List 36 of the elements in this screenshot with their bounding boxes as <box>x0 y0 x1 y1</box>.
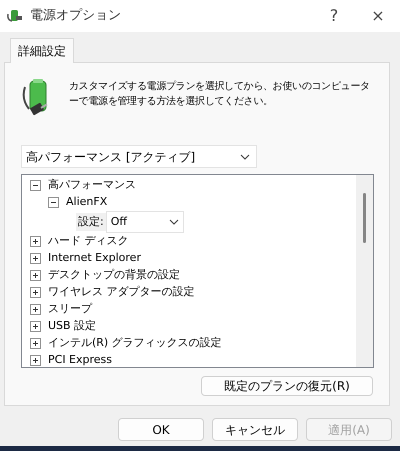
plan-dropdown[interactable]: 高パフォーマンス [アクティブ] <box>21 145 257 168</box>
tree-item[interactable]: USB 設定 <box>48 318 96 335</box>
expand-icon[interactable] <box>30 321 41 332</box>
tree-item[interactable]: Internet Explorer <box>48 250 141 267</box>
tree-item[interactable]: ワイヤレス アダプターの設定 <box>48 284 194 301</box>
collapse-icon[interactable] <box>30 180 41 191</box>
tree-item[interactable]: インテル(R) グラフィックスの設定 <box>48 335 222 352</box>
expand-icon[interactable] <box>30 355 41 366</box>
dialog-button[interactable]: キャンセル <box>212 418 298 441</box>
help-button[interactable]: ? <box>312 0 356 32</box>
chevron-down-icon <box>168 219 179 225</box>
restore-defaults-button[interactable]: 既定のプランの復元(R) <box>201 376 373 396</box>
tree-item[interactable]: デスクトップの背景の設定 <box>48 267 180 284</box>
tree-item[interactable]: 高パフォーマンス <box>48 177 136 194</box>
power-plug-icon <box>6 8 24 24</box>
tree-item[interactable]: ハード ディスク <box>48 233 128 250</box>
expand-icon[interactable] <box>30 270 41 281</box>
description-text: カスタマイズする電源プランを選択してから、お使いのコンピューターで電源を管理する方法を選択してください。 <box>69 80 371 109</box>
setting-label: 設定: <box>76 212 106 232</box>
chevron-down-icon <box>240 154 250 160</box>
tree-item[interactable]: AlienFX <box>66 194 108 211</box>
expand-icon[interactable] <box>30 253 41 264</box>
tab[interactable]: 詳細設定 <box>10 38 74 63</box>
expand-icon[interactable] <box>30 304 41 315</box>
collapse-icon[interactable] <box>48 197 59 208</box>
plan-value: 高パフォーマンス [アクティブ] <box>26 148 196 166</box>
tree-item[interactable]: スリープ <box>48 301 92 318</box>
expand-icon[interactable] <box>30 236 41 247</box>
expand-icon[interactable] <box>30 338 41 349</box>
expand-icon[interactable] <box>30 287 41 298</box>
scrollbar[interactable] <box>356 175 373 367</box>
setting-dropdown[interactable]: Off <box>106 211 184 233</box>
dialog-button[interactable]: OK <box>118 418 204 441</box>
close-button[interactable]: × <box>356 0 400 32</box>
tree-item[interactable]: PCI Express <box>48 352 112 367</box>
window-title: 電源オプション <box>30 7 121 26</box>
